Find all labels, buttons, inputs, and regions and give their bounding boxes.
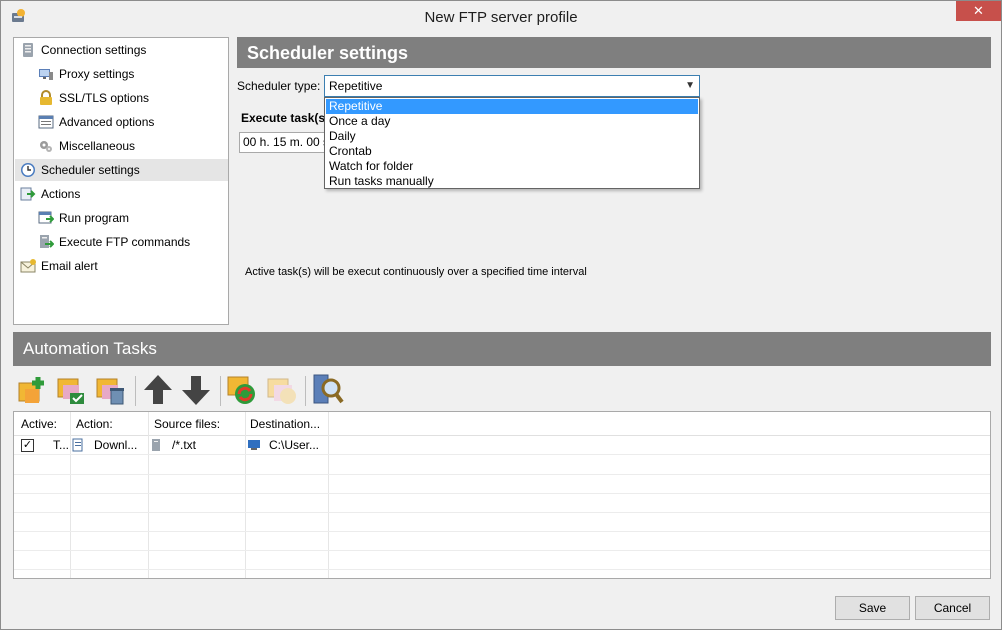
nav-item-proxy-settings[interactable]: Proxy settings (38, 63, 134, 85)
toolbar-separator (305, 376, 306, 406)
nav-item-execute-ftp-commands[interactable]: Execute FTP commands (38, 231, 190, 253)
nav-item-label: Scheduler settings (41, 163, 140, 177)
task-action: Downl... (94, 438, 138, 452)
scheduler-type-value: Repetitive (329, 79, 383, 93)
column-action[interactable]: Action: (76, 417, 113, 431)
nav-item-label: Advanced options (59, 115, 155, 129)
empty-row (14, 513, 990, 532)
scheduler-type-select[interactable]: Repetitive ▼ (324, 75, 700, 97)
option-daily[interactable]: Daily (326, 129, 698, 144)
stop-task-button[interactable] (265, 373, 299, 407)
section-title: Automation Tasks (23, 339, 157, 358)
move-up-button[interactable] (141, 373, 175, 407)
column-destination[interactable]: Destination... (250, 417, 320, 431)
lock-icon (40, 90, 52, 105)
task-source: /*.txt (172, 438, 197, 452)
nav-item-label: Actions (41, 187, 81, 201)
nav-item-connection-settings[interactable]: Connection settings (20, 39, 146, 61)
title-bar: New FTP server profile ✕ (1, 1, 1001, 32)
actions-icon (20, 187, 36, 201)
search-icon (313, 374, 344, 404)
move-down-button[interactable] (179, 373, 213, 407)
scheduler-type-dropdown: Repetitive Once a day Daily Crontab Watc… (324, 97, 700, 189)
task-destination: C:\User... (269, 438, 320, 452)
automation-tasks-header: Automation Tasks (13, 332, 991, 366)
nav-item-label: Execute FTP commands (59, 235, 191, 249)
window-list-icon (38, 115, 54, 129)
arrow-down-icon (182, 376, 210, 405)
table-row[interactable]: ✓ T... Downl... /*.txt C:\User... (14, 436, 990, 455)
execute-task-label: Execute task(s) (241, 111, 330, 125)
column-source-files[interactable]: Source files: (154, 417, 220, 431)
option-run-tasks-manually[interactable]: Run tasks manually (326, 174, 698, 189)
computer-icon (248, 440, 260, 450)
nav-item-miscellaneous[interactable]: Miscellaneous (38, 135, 135, 157)
task-toolbar (13, 373, 613, 409)
nav-item-run-program[interactable]: Run program (38, 207, 129, 229)
server-icon (23, 43, 33, 57)
active-checkbox[interactable]: ✓ (21, 439, 34, 452)
nav-item-label: Connection settings (41, 43, 147, 57)
add-task-icon (18, 377, 44, 403)
nav-item-label: Proxy settings (59, 67, 135, 81)
task-type: T... (53, 438, 69, 452)
toolbar-separator (135, 376, 136, 406)
option-crontab[interactable]: Crontab (326, 144, 698, 159)
disabled-task-icon (267, 378, 296, 404)
save-button[interactable]: Save (835, 596, 910, 620)
nav-item-label: Run program (59, 211, 130, 225)
gears-icon (40, 141, 52, 152)
chevron-down-icon[interactable]: ▼ (685, 76, 695, 96)
empty-row (14, 532, 990, 551)
close-button[interactable]: ✕ (956, 1, 1001, 21)
dialog-window: New FTP server profile ✕ Connection sett… (0, 0, 1002, 630)
nav-item-scheduler-settings[interactable]: Scheduler settings (15, 159, 228, 181)
scheduler-settings-header: Scheduler settings (237, 37, 991, 68)
cancel-button[interactable]: Cancel (915, 596, 990, 620)
delete-task-icon (96, 378, 124, 405)
nav-item-label: Email alert (41, 259, 98, 273)
clock-icon (21, 163, 35, 177)
empty-row (14, 456, 990, 475)
column-active[interactable]: Active: (21, 417, 57, 431)
settings-tree: Connection settings Proxy settings SSL/T… (13, 37, 229, 325)
nav-item-label: Miscellaneous (59, 139, 136, 153)
edit-task-button[interactable] (55, 373, 89, 407)
section-title: Scheduler settings (247, 43, 409, 63)
scheduler-type-label: Scheduler type: (237, 79, 321, 93)
nav-item-advanced-options[interactable]: Advanced options (38, 111, 154, 133)
option-repetitive[interactable]: Repetitive (326, 99, 698, 114)
empty-row (14, 475, 990, 494)
run-program-icon (38, 211, 54, 224)
window-title: New FTP server profile (424, 9, 578, 26)
empty-row (14, 551, 990, 570)
nav-item-label: SSL/TLS options (59, 91, 150, 105)
nav-item-actions[interactable]: Actions (20, 183, 80, 205)
email-icon (20, 259, 36, 273)
search-button[interactable] (311, 373, 345, 407)
scheduler-description: Active task(s) will be execut continuous… (245, 266, 587, 278)
delete-task-button[interactable] (94, 373, 128, 407)
table-header: Active: Action: Source files: Destinatio… (14, 412, 990, 436)
download-icon (72, 438, 83, 452)
monitor-icon (39, 69, 53, 80)
empty-row (14, 494, 990, 513)
run-task-button[interactable] (225, 373, 259, 407)
refresh-icon (227, 376, 255, 404)
option-once-a-day[interactable]: Once a day (326, 114, 698, 129)
arrow-up-icon (144, 375, 172, 404)
edit-task-icon (57, 378, 84, 404)
toolbar-separator (220, 376, 221, 406)
add-task-button[interactable] (16, 373, 50, 407)
server-icon (152, 439, 160, 451)
interval-input[interactable]: 00 h. 15 m. 00 s. (239, 132, 327, 153)
nav-item-email-alert[interactable]: Email alert (20, 255, 98, 277)
tasks-table: Active: Action: Source files: Destinatio… (13, 411, 991, 579)
ftp-commands-icon (40, 235, 54, 248)
nav-item-ssl-tls-options[interactable]: SSL/TLS options (38, 87, 149, 109)
option-watch-for-folder[interactable]: Watch for folder (326, 159, 698, 174)
